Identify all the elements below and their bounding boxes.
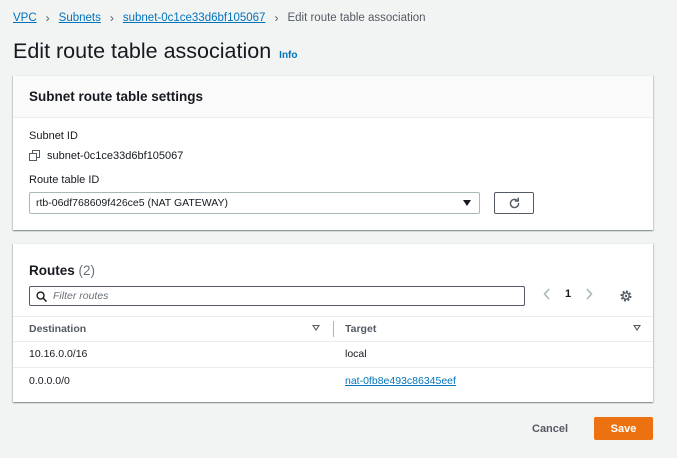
destination-cell: 10.16.0.0/16 [29,348,88,360]
table-header: Destination Target [13,316,653,342]
sort-icon[interactable] [312,325,320,331]
route-table-select[interactable]: rtb-06df768609f426ce5 (NAT GATEWAY) [29,192,480,214]
target-cell: local [345,348,367,360]
routes-panel: Routes (2) 1 Destination Target 10.16.0.… [13,243,653,402]
subnet-id-label: Subnet ID [29,130,78,142]
info-link[interactable]: Info [279,50,297,61]
routes-count: (2) [78,263,96,278]
subnet-route-table-settings-panel: Subnet route table settings Subnet ID su… [13,75,653,230]
table-row: 10.16.0.0/16 local [13,341,653,368]
refresh-button[interactable] [494,192,534,214]
breadcrumb-current: Edit route table association [287,12,426,24]
page-number[interactable]: 1 [565,288,571,300]
routes-title: Routes [29,263,75,278]
route-table-id-label: Route table ID [29,174,100,186]
refresh-icon [509,196,519,208]
panel-title: Subnet route table settings [13,76,653,118]
cancel-button[interactable]: Cancel [532,423,568,435]
chevron-right-icon: › [274,11,279,25]
route-table-selected-value: rtb-06df768609f426ce5 (NAT GATEWAY) [36,197,229,209]
routes-heading: Routes (2) [29,263,95,278]
caret-down-icon [463,200,471,206]
search-icon [36,290,47,302]
breadcrumb-subnets[interactable]: Subnets [59,12,101,24]
chevron-right-icon: › [45,11,50,25]
table-row: 0.0.0.0/0 nat-0fb8e493c86345eef [13,368,653,394]
subnet-id-text: subnet-0c1ce33d6bf105067 [47,150,184,162]
save-button[interactable]: Save [594,417,653,440]
breadcrumb-subnet-id[interactable]: subnet-0c1ce33d6bf105067 [123,12,266,24]
column-header-target[interactable]: Target [345,323,376,335]
column-divider[interactable] [333,321,334,337]
page-title: Edit route table association [13,39,272,63]
target-link[interactable]: nat-0fb8e493c86345eef [345,375,456,387]
pagination: 1 [543,288,593,300]
breadcrumb: VPC › Subnets › subnet-0c1ce33d6bf105067… [13,11,426,25]
copy-icon[interactable] [29,150,41,162]
page-header: Edit route table association Info [13,39,298,64]
chevron-left-icon[interactable] [543,288,551,300]
breadcrumb-vpc[interactable]: VPC [13,12,37,24]
filter-routes-field[interactable] [29,286,525,306]
gear-icon[interactable] [619,289,633,303]
sort-icon[interactable] [633,325,641,331]
filter-routes-input[interactable] [53,290,453,302]
column-header-destination[interactable]: Destination [29,323,86,335]
destination-cell: 0.0.0.0/0 [29,375,70,387]
subnet-id-value: subnet-0c1ce33d6bf105067 [29,150,183,162]
chevron-right-icon[interactable] [585,288,593,300]
chevron-right-icon: › [109,11,114,25]
